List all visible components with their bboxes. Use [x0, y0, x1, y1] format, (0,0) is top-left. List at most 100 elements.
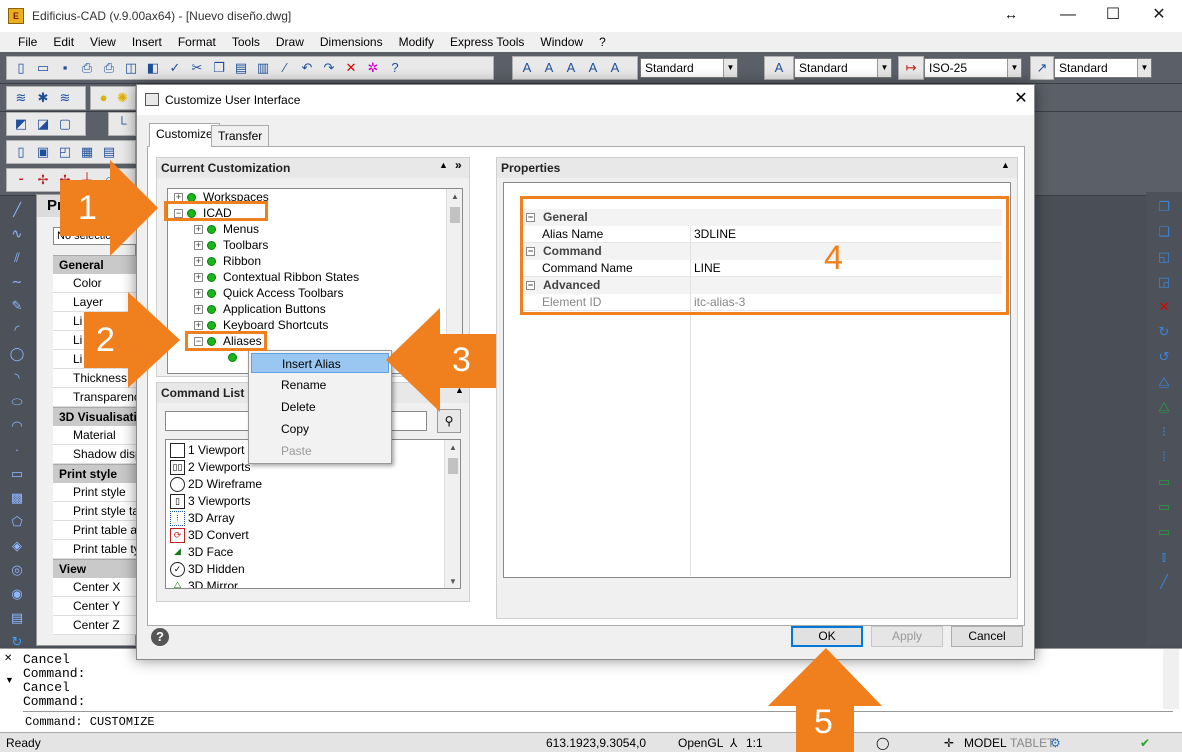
column-divider[interactable] [690, 226, 691, 576]
list-item[interactable]: 1 Viewport [170, 442, 244, 459]
ucs-icon[interactable]: └ [114, 115, 130, 133]
collapse-icon[interactable]: ▲ [1001, 160, 1010, 170]
palette-row[interactable]: Transparency [53, 388, 137, 407]
palette-group-view[interactable]: View [53, 559, 137, 578]
point-icon[interactable]: ┼ [78, 171, 96, 189]
viewport-icon[interactable]: ▯ [12, 143, 30, 161]
polygon-tool-icon[interactable]: ⬠ [7, 512, 27, 532]
print-icon[interactable]: ⎙ [78, 59, 96, 77]
tree-item-keyboard-shortcuts[interactable]: + Keyboard Shortcuts [194, 317, 328, 333]
expand-icon[interactable]: + [194, 273, 203, 283]
text-style-combo[interactable]: Standard ▼ [640, 58, 738, 78]
tree-item-toolbars[interactable]: + Toolbars [194, 237, 268, 253]
scroll-down-icon[interactable]: ▼ [445, 574, 460, 588]
property-group-advanced[interactable]: − Advanced [520, 277, 1002, 294]
list-item[interactable]: ⧋ 3D Mirror [170, 578, 238, 588]
undo-icon[interactable]: ↶ [298, 59, 316, 77]
preview-icon[interactable]: ◫ [122, 59, 140, 77]
scroll-up-icon[interactable]: ▲ [447, 189, 462, 205]
layer-states-icon[interactable]: ✱ [34, 89, 52, 107]
line-icon[interactable]: ⁃ [12, 171, 30, 189]
scroll-up-icon[interactable]: ▲ [445, 440, 460, 456]
tree-item-ribbon[interactable]: + Ribbon [194, 253, 261, 269]
collapse-icon[interactable]: ▲ [439, 160, 448, 170]
list-item[interactable]: ▯ 3 Viewports [170, 493, 250, 510]
trim-tool-icon[interactable]: ▭ [1154, 497, 1174, 517]
gear-icon[interactable]: ⚙ [1050, 733, 1061, 752]
list-item[interactable]: ▯▯ 2 Viewports [170, 459, 250, 476]
annotation-scale-icon[interactable]: ⅄ [730, 733, 737, 752]
viewports-icon[interactable]: ▣ [34, 143, 52, 161]
menu-format[interactable]: Format [170, 32, 224, 52]
multileader-style-combo[interactable]: Standard ▼ [1054, 58, 1152, 78]
status-renderer[interactable]: OpenGL [678, 733, 723, 752]
collapse-icon[interactable]: ▲ [455, 385, 464, 395]
expand-icon[interactable]: + [194, 321, 203, 331]
spell-icon[interactable]: ✓ [166, 59, 184, 77]
selection-combo[interactable]: No selectio [53, 227, 137, 245]
expand-icon[interactable]: + [194, 241, 203, 251]
arc-2-tool-icon[interactable]: ◝ [7, 368, 27, 388]
region-tool-icon[interactable]: ◈ [7, 536, 27, 556]
status-scale[interactable]: 1:1 [746, 733, 763, 752]
tree-item-alias-child[interactable] [228, 349, 244, 365]
command-scrollbar[interactable] [1163, 649, 1179, 709]
tree-item-aliases[interactable]: − Aliases [194, 333, 262, 349]
collapse-icon[interactable]: − [526, 213, 535, 223]
scroll-thumb[interactable] [450, 207, 460, 223]
polyline-tool-icon[interactable]: ∿ [7, 224, 27, 244]
layer-icon[interactable]: ≋ [12, 89, 30, 107]
palette-group-general[interactable]: General [53, 255, 137, 274]
text-edit-icon[interactable]: A [562, 59, 580, 77]
extend-tool-icon[interactable]: ▭ [1154, 522, 1174, 542]
stretch-tool-icon[interactable]: ◱ [1154, 247, 1174, 267]
expand-icon[interactable]: + [194, 225, 203, 235]
freehand-tool-icon[interactable]: ✎ [7, 296, 27, 316]
menu-item-insert-alias[interactable]: Insert Alias [251, 353, 389, 373]
menu-item-delete[interactable]: Delete [251, 397, 389, 417]
target-tool-icon[interactable]: ◉ [7, 584, 27, 604]
list-item[interactable]: ◢ 3D Face [170, 544, 233, 561]
scroll-thumb[interactable] [448, 458, 458, 474]
collapse-icon[interactable]: − [194, 337, 203, 347]
polar-icon[interactable]: ◯ [876, 733, 889, 752]
tree-item-menus[interactable]: + Menus [194, 221, 259, 237]
status-model[interactable]: MODEL [964, 733, 1007, 752]
viewport-clip-icon[interactable]: ◰ [56, 143, 74, 161]
chevron-down-icon[interactable]: ▼ [5, 675, 14, 685]
join-tool-icon[interactable]: ╱ [1154, 572, 1174, 592]
binoculars-icon[interactable]: ⚲ [437, 409, 461, 433]
menu-dimensions[interactable]: Dimensions [312, 32, 391, 52]
dimension-icon[interactable]: ↦ [904, 59, 918, 77]
palette-row[interactable]: Print style [53, 483, 137, 502]
palette-row[interactable]: Color [53, 274, 137, 293]
help-icon[interactable]: ? [386, 59, 404, 77]
tab-transfer[interactable]: Transfer [211, 125, 270, 147]
viewport-layout-icon[interactable]: ▦ [78, 143, 96, 161]
palette-group-print-style[interactable]: Print style [53, 464, 137, 483]
table-tool-icon[interactable]: ▤ [7, 608, 27, 628]
minimize-button[interactable]: — [1045, 0, 1091, 32]
palette-row[interactable]: Center Z [53, 616, 137, 635]
array-tool-icon[interactable]: ⁝ [1154, 422, 1174, 442]
menu-draw[interactable]: Draw [268, 32, 312, 52]
collapse-icon[interactable]: − [526, 247, 535, 257]
multileader-icon[interactable]: ↗ [1036, 59, 1048, 77]
point-tool-icon[interactable]: · [7, 440, 27, 460]
menu-modify[interactable]: Modify [391, 32, 442, 52]
double-chevron-icon[interactable]: » [455, 158, 462, 172]
property-group-command[interactable]: − Command [520, 243, 1002, 260]
tree-item-icad[interactable]: − ICAD [174, 205, 232, 221]
copy-icon[interactable]: ❐ [210, 59, 228, 77]
maximize-button[interactable]: ☐ [1090, 0, 1136, 32]
menu-edit[interactable]: Edit [45, 32, 82, 52]
tree-item-quick-access-toolbars[interactable]: + Quick Access Toolbars [194, 285, 344, 301]
open-icon[interactable]: ▭ [34, 59, 52, 77]
property-row-command-name[interactable]: Command Name LINE [520, 260, 1002, 277]
collapse-icon[interactable]: − [174, 209, 183, 219]
palette-row[interactable]: Li [53, 312, 137, 331]
command-list-scrollbar[interactable]: ▲ ▼ [444, 440, 460, 588]
list-item[interactable]: ✓ 3D Hidden [170, 561, 245, 578]
ray-icon[interactable]: ✢ [56, 171, 74, 189]
text-scale-icon[interactable]: A [584, 59, 602, 77]
